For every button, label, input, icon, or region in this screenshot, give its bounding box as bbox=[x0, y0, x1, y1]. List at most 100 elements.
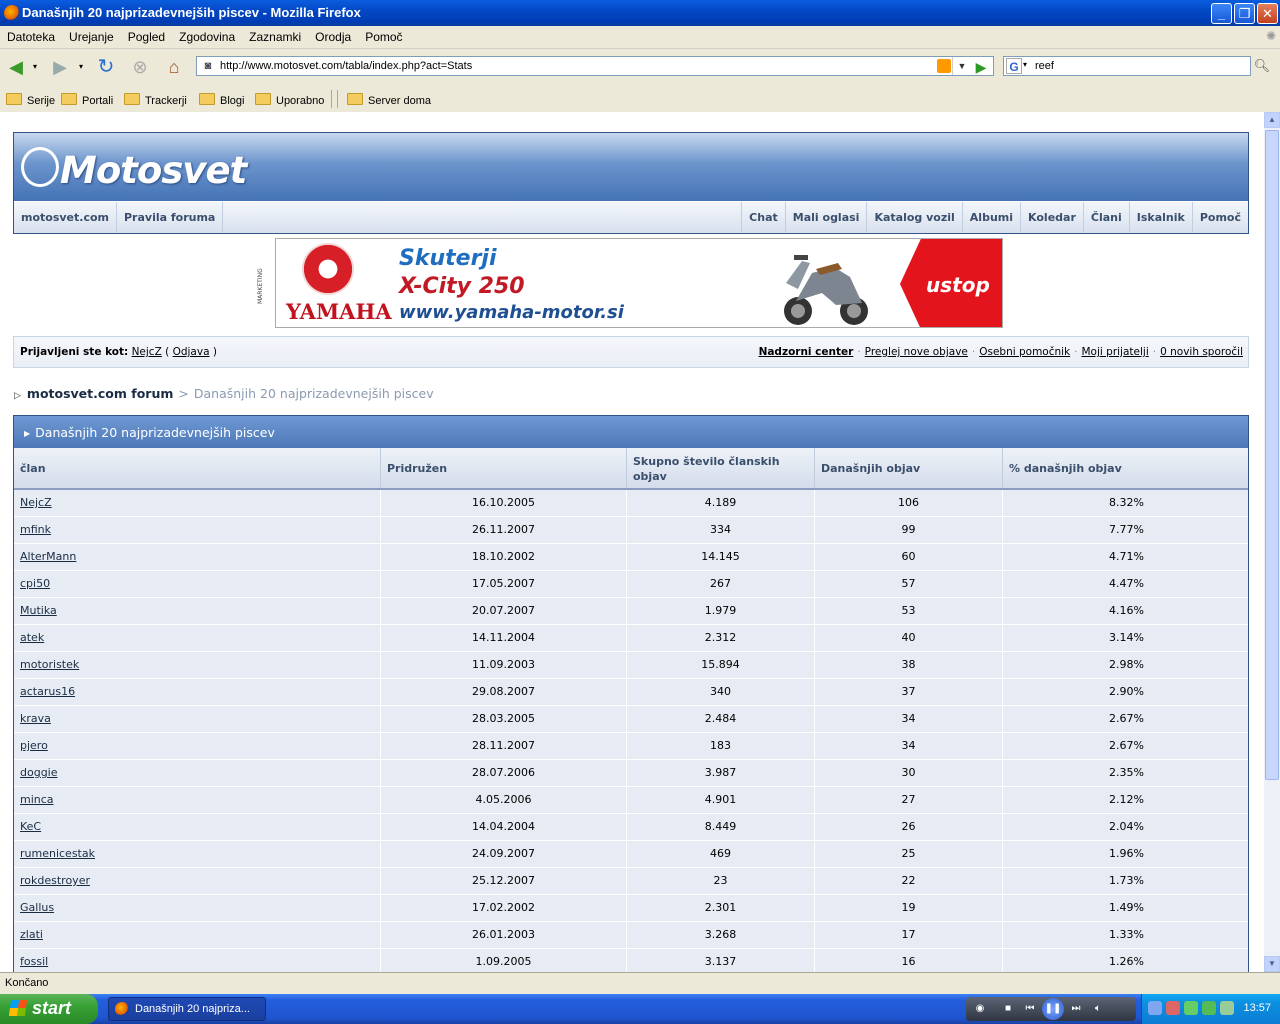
url-bar[interactable]: ◙ http://www.motosvet.com/tabla/index.ph… bbox=[196, 56, 994, 76]
member-link[interactable]: krava bbox=[20, 712, 51, 725]
member-link[interactable]: NejcZ bbox=[20, 496, 52, 509]
member-link[interactable]: fossil bbox=[20, 955, 48, 968]
search-engine-icon[interactable]: G bbox=[1006, 58, 1022, 74]
column-header-today-posts[interactable]: Današnjih objav bbox=[815, 448, 1003, 488]
bookmark-folder[interactable]: Trackerji bbox=[124, 93, 187, 107]
member-link[interactable]: rumenicestak bbox=[20, 847, 95, 860]
collapse-arrow-icon[interactable]: ▶ bbox=[24, 429, 30, 438]
home-icon[interactable]: ⌂ bbox=[162, 56, 186, 78]
nav-calendar[interactable]: Koledar bbox=[1020, 202, 1083, 232]
new-messages-link[interactable]: 0 novih sporočil bbox=[1160, 346, 1243, 358]
personal-assistant-link[interactable]: Osebni pomočnik bbox=[979, 346, 1070, 358]
vertical-scrollbar[interactable]: ▲ ▼ bbox=[1264, 112, 1280, 972]
username-link[interactable]: NejcZ bbox=[132, 346, 162, 358]
bookmark-folder[interactable]: Server doma bbox=[347, 93, 431, 107]
menu-tools[interactable]: Orodja bbox=[308, 26, 358, 44]
ad-cta-button[interactable]: ustop bbox=[900, 239, 1002, 327]
media-pause-icon[interactable]: ❚❚ bbox=[1042, 998, 1064, 1020]
nav-help[interactable]: Pomoč bbox=[1191, 202, 1248, 232]
menu-help[interactable]: Pomoč bbox=[358, 26, 409, 44]
taskbar-firefox-window[interactable]: Današnjih 20 najpriza... bbox=[108, 997, 266, 1021]
column-header-total-posts[interactable]: Skupno število članskih objav bbox=[627, 448, 815, 488]
site-logo[interactable]: Motosvet bbox=[60, 149, 247, 192]
menu-bookmarks[interactable]: Zaznamki bbox=[242, 26, 308, 44]
joined-cell: 18.10.2002 bbox=[381, 544, 627, 570]
minimize-button[interactable]: _ bbox=[1211, 3, 1232, 24]
member-link[interactable]: actarus16 bbox=[20, 685, 75, 698]
member-link[interactable]: atek bbox=[20, 631, 44, 644]
member-link[interactable]: doggie bbox=[20, 766, 58, 779]
member-link[interactable]: zlati bbox=[20, 928, 43, 941]
column-header-today-percent[interactable]: % današnjih objav bbox=[1003, 448, 1248, 488]
media-volume-icon[interactable]: 🔈︎ bbox=[1090, 1001, 1106, 1017]
menu-view[interactable]: Pogled bbox=[121, 26, 172, 44]
advertisement-banner[interactable]: YAMAHA Skuterji X-City 250 www.yamaha-mo… bbox=[275, 238, 1003, 328]
close-button[interactable]: ✕ bbox=[1257, 3, 1278, 24]
column-header-joined[interactable]: Pridružen bbox=[381, 448, 627, 488]
maximize-button[interactable]: ❐ bbox=[1234, 3, 1255, 24]
bookmark-folder[interactable]: Portali bbox=[61, 93, 113, 107]
member-link[interactable]: Mutika bbox=[20, 604, 57, 617]
member-link[interactable]: rokdestroyer bbox=[20, 874, 90, 887]
tray-app-icon[interactable] bbox=[1202, 1001, 1216, 1015]
member-link[interactable]: KeC bbox=[20, 820, 41, 833]
media-previous-icon[interactable]: ⏮ bbox=[1022, 1001, 1038, 1017]
today-cell: 34 bbox=[815, 706, 1003, 732]
member-link[interactable]: AlterMann bbox=[20, 550, 76, 563]
taskbar-clock[interactable]: 13:57 bbox=[1243, 1002, 1271, 1014]
member-link[interactable]: Gallus bbox=[20, 901, 54, 914]
tray-network-icon[interactable] bbox=[1220, 1001, 1234, 1015]
back-icon[interactable]: ◀ bbox=[4, 56, 28, 78]
back-history-chevron-icon[interactable]: ▾ bbox=[28, 56, 42, 78]
reload-icon[interactable]: ↻ bbox=[94, 56, 118, 78]
go-button-icon[interactable]: ▶ bbox=[972, 58, 990, 76]
control-center-link[interactable]: Nadzorni center bbox=[759, 346, 854, 358]
column-header-member[interactable]: član bbox=[14, 448, 381, 488]
member-link[interactable]: mfink bbox=[20, 523, 51, 536]
forward-icon[interactable]: ▶ bbox=[48, 56, 72, 78]
menu-file[interactable]: Datoteka bbox=[0, 26, 62, 44]
media-stop-icon[interactable]: ■ bbox=[1000, 1001, 1016, 1017]
start-button[interactable]: start bbox=[0, 994, 98, 1024]
nav-search[interactable]: Iskalnik bbox=[1128, 202, 1192, 232]
menu-history[interactable]: Zgodovina bbox=[172, 26, 242, 44]
nav-classifieds[interactable]: Mali oglasi bbox=[784, 202, 867, 232]
media-restore-icon[interactable]: ◉ bbox=[972, 1001, 988, 1017]
forward-history-chevron-icon[interactable]: ▾ bbox=[74, 56, 88, 78]
search-icon[interactable]: 🔍︎ bbox=[1251, 56, 1273, 76]
nav-forum-rules[interactable]: Pravila foruma bbox=[117, 202, 224, 232]
rss-feed-icon[interactable] bbox=[937, 59, 951, 73]
scrollbar-thumb[interactable] bbox=[1265, 130, 1279, 780]
search-input[interactable]: reef bbox=[1035, 60, 1054, 72]
url-history-dropdown-icon[interactable]: ▼ bbox=[952, 57, 971, 75]
breadcrumb: ▷ motosvet.com forum > Današnjih 20 najpriz… bbox=[14, 386, 434, 401]
member-link[interactable]: cpi50 bbox=[20, 577, 50, 590]
new-posts-link[interactable]: Preglej nove objave bbox=[865, 346, 968, 358]
table-row: rumenicestak 24.09.2007 469 25 1.96% bbox=[14, 841, 1248, 868]
tray-chevron-icon[interactable] bbox=[1148, 1001, 1162, 1015]
scroll-up-icon[interactable]: ▲ bbox=[1264, 112, 1280, 128]
stop-icon[interactable]: ⊗ bbox=[128, 56, 152, 78]
scroll-down-icon[interactable]: ▼ bbox=[1264, 956, 1280, 972]
logout-link[interactable]: Odjava bbox=[173, 346, 210, 358]
my-friends-link[interactable]: Moji prijatelji bbox=[1082, 346, 1149, 358]
tray-app-icon[interactable] bbox=[1166, 1001, 1180, 1015]
nav-albums[interactable]: Albumi bbox=[961, 202, 1020, 232]
search-engine-dropdown-icon[interactable]: ▾ bbox=[1023, 60, 1027, 69]
nav-members[interactable]: Člani bbox=[1082, 202, 1129, 232]
bookmark-folder[interactable]: Serije bbox=[6, 93, 55, 107]
menu-edit[interactable]: Urejanje bbox=[62, 26, 121, 44]
tray-app-icon[interactable] bbox=[1184, 1001, 1198, 1015]
member-link[interactable]: pjero bbox=[20, 739, 48, 752]
nav-motosvet[interactable]: motosvet.com bbox=[14, 202, 117, 232]
member-link[interactable]: motoristek bbox=[20, 658, 79, 671]
bookmark-folder[interactable]: Blogi bbox=[199, 93, 244, 107]
member-link[interactable]: minca bbox=[20, 793, 54, 806]
nav-vehicle-catalog[interactable]: Katalog vozil bbox=[866, 202, 961, 232]
breadcrumb-home-link[interactable]: motosvet.com forum bbox=[27, 386, 173, 401]
media-next-icon[interactable]: ⏭ bbox=[1068, 1001, 1084, 1017]
bookmark-folder[interactable]: Uporabno bbox=[255, 93, 324, 107]
search-bar[interactable]: G ▾ reef bbox=[1003, 56, 1251, 76]
window-title-bar[interactable]: Današnjih 20 najprizadevnejših piscev - … bbox=[0, 0, 1280, 26]
nav-chat[interactable]: Chat bbox=[741, 202, 785, 232]
